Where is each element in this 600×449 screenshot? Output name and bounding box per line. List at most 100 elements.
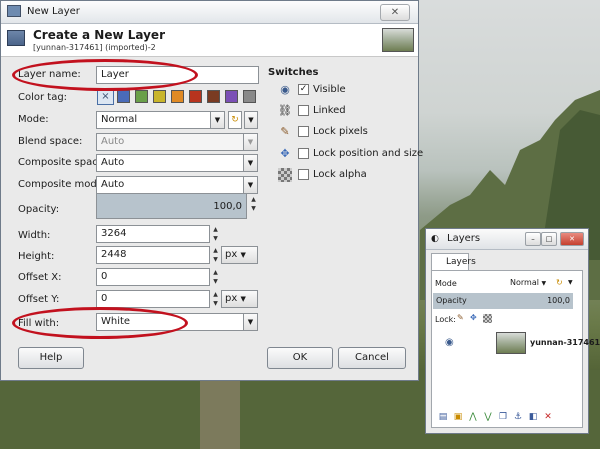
composite-space-value: Auto [101,157,125,168]
new-layer-icon[interactable]: ▤ [437,411,449,423]
composite-space-select[interactable]: Auto ▼ [96,154,258,172]
move-icon[interactable]: ✥ [470,313,477,322]
color-tag-gray[interactable] [243,90,256,103]
app-icon [7,5,21,17]
layers-opacity-value: 100,0 [547,296,570,305]
chevron-down-icon: ▼ [243,134,257,150]
opacity-value: 100,0 [213,201,242,212]
lock-alpha-checkbox[interactable] [298,169,309,180]
lock-alpha-label: Lock alpha [313,169,367,180]
layers-mode-value: Normal [510,278,539,287]
checker-icon[interactable] [483,314,492,323]
new-layer-icon [7,30,25,46]
duplicate-layer-icon[interactable]: ❐ [497,411,509,423]
eye-icon: ◉ [280,83,290,96]
checker-icon [278,168,292,182]
gimp-icon: ◐ [431,234,439,244]
chevron-down-icon: ▼ [541,280,547,287]
close-icon[interactable]: ✕ [560,232,584,246]
linked-label: Linked [313,105,346,116]
dialog-titlebar: New Layer ✕ [1,1,418,24]
new-layer-group-icon[interactable]: ▣ [452,411,464,423]
composite-mode-select[interactable]: Auto ▼ [96,176,258,194]
height-label: Height: [18,251,55,262]
layers-opacity-slider[interactable]: Opacity 100,0 [433,293,573,309]
offset-y-input[interactable]: 0 [96,290,210,308]
brush-icon: ✎ [280,125,290,138]
color-tag-orange[interactable] [171,90,184,103]
highlight-ellipse-layer-name [12,59,198,91]
layers-mode-select[interactable]: Normal ▼ [510,276,554,290]
size-unit-select[interactable]: px ▼ [221,246,258,264]
color-tag-label: Color tag: [18,92,68,103]
width-stepper[interactable]: ▲ ▼ [211,225,220,243]
color-tag-green[interactable] [135,90,148,103]
color-tag-red[interactable] [189,90,202,103]
mask-icon[interactable]: ◧ [527,411,539,423]
offset-unit-select[interactable]: px ▼ [221,290,258,308]
close-icon[interactable]: ✕ [380,4,410,21]
color-tag-brown[interactable] [207,90,220,103]
cancel-button[interactable]: Cancel [338,347,406,369]
delete-layer-icon[interactable]: ✕ [542,411,554,423]
height-stepper[interactable]: ▲ ▼ [211,246,220,264]
chevron-down-icon: ▼ [243,177,257,193]
visible-label: Visible [313,84,346,95]
chevron-down-icon: ▼ [240,251,246,259]
offset-x-input[interactable]: 0 [96,268,210,286]
offset-y-stepper[interactable]: ▲ ▼ [211,290,220,308]
layers-opacity-label: Opacity [436,296,467,305]
layers-panel-title: Layers [447,233,481,244]
layers-mode-switch-icon[interactable]: ↻ [556,276,566,290]
mode-label: Mode: [18,114,49,125]
ok-button[interactable]: OK [267,347,333,369]
eye-icon[interactable]: ◉ [445,337,454,348]
mode-switch-icon[interactable]: ↻ [228,111,242,129]
width-input[interactable]: 3264 [96,225,210,243]
mode-value: Normal [101,114,138,125]
merge-down-icon[interactable]: ⚓ [512,411,524,423]
lock-pixels-checkbox[interactable] [298,126,309,137]
layers-toolbar: ▤ ▣ ⋀ ⋁ ❐ ⚓ ◧ ✕ [433,409,581,425]
raise-layer-icon[interactable]: ⋀ [467,411,479,423]
color-tag-violet[interactable] [225,90,238,103]
move-icon: ✥ [280,147,290,160]
layers-panel-titlebar: ◐ Layers – □ ✕ [426,229,588,250]
chevron-down-icon: ▼ [240,295,246,303]
offset-x-stepper[interactable]: ▲ ▼ [211,268,220,286]
dialog-header: Create a New Layer [yunnan-317461] (impo… [1,24,418,57]
maximize-icon[interactable]: □ [541,232,557,246]
tab-layers[interactable]: Layers [431,253,476,271]
color-tag-yellow[interactable] [153,90,166,103]
color-tag-blue[interactable] [117,90,130,103]
chain-icon: ⛓ [278,104,292,117]
layer-name: yunnan-317461 [530,338,600,347]
lock-position-checkbox[interactable] [298,148,309,159]
opacity-stepper[interactable]: ▲ ▼ [249,195,258,213]
composite-mode-value: Auto [101,179,125,190]
opacity-slider[interactable]: 100,0 [96,193,247,219]
layers-mode-group-dropdown[interactable]: ▼ [568,276,580,290]
layer-row[interactable]: ◉ yunnan-317461 [433,328,600,358]
minimize-icon[interactable]: – [525,232,541,246]
opacity-label: Opacity: [18,204,60,215]
linked-checkbox[interactable] [298,105,309,116]
mode-group-dropdown[interactable]: ▼ [244,111,258,129]
lower-layer-icon[interactable]: ⋁ [482,411,494,423]
mode-select[interactable]: Normal ▼ [96,111,225,129]
layer-thumbnail [496,332,526,354]
image-thumbnail [382,28,414,52]
help-button[interactable]: Help [18,347,84,369]
blend-space-select: Auto ▼ [96,133,258,151]
chevron-down-icon: ▼ [243,155,257,171]
dialog-header-subtitle: [yunnan-317461] (imported)-2 [33,43,156,52]
height-input[interactable]: 2448 [96,246,210,264]
highlight-ellipse-fill-with [12,307,188,339]
dialog-header-title: Create a New Layer [33,28,165,42]
visible-checkbox[interactable]: ✓ [298,84,309,95]
new-layer-dialog: New Layer ✕ Create a New Layer [yunnan-3… [0,0,423,381]
layers-lock-label: Lock: [435,315,456,324]
brush-icon[interactable]: ✎ [457,313,464,322]
layers-mode-label: Mode [435,279,457,288]
layers-panel-body: Mode Normal ▼ ↻ ▼ Opacity 100,0 Lock: ✎ … [431,270,600,428]
